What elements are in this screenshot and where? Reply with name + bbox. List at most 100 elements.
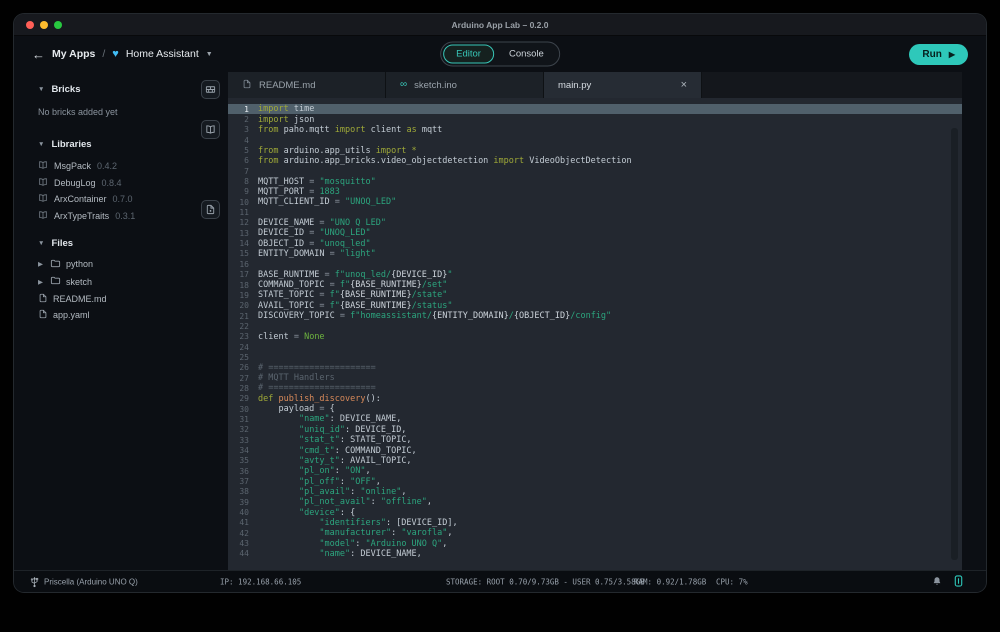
markdown-file-icon: [242, 79, 252, 92]
code-line[interactable]: 40 "device": {: [228, 507, 962, 517]
tab-editor[interactable]: Editor: [443, 45, 494, 64]
board-status-button[interactable]: [953, 575, 964, 589]
code-line[interactable]: 12DEVICE_NAME = "UNO Q LED": [228, 218, 962, 228]
code-line[interactable]: 25: [228, 352, 962, 362]
code-text: BASE_RUNTIME = f"unoq_led/{DEVICE_ID}": [258, 270, 453, 280]
code-line[interactable]: 6from arduino.app_bricks.video_objectdet…: [228, 156, 962, 166]
code-line[interactable]: 11: [228, 207, 962, 217]
code-line[interactable]: 35 "avty_t": AVAIL_TOPIC,: [228, 456, 962, 466]
library-item[interactable]: MsgPack0.4.2: [38, 160, 228, 172]
code-line[interactable]: 19STATE_TOPIC = f"{BASE_RUNTIME}/state": [228, 290, 962, 300]
folder-item[interactable]: ▶python: [38, 258, 228, 271]
code-line[interactable]: 7: [228, 166, 962, 176]
code-line[interactable]: 17BASE_RUNTIME = f"unoq_led/{DEVICE_ID}": [228, 270, 962, 280]
code-line[interactable]: 31 "name": DEVICE_NAME,: [228, 414, 962, 424]
code-line[interactable]: 28# =====================: [228, 383, 962, 393]
code-editor[interactable]: 1import time2import json3from paho.mqtt …: [228, 98, 962, 570]
chevron-down-icon[interactable]: ▼: [38, 240, 44, 247]
editor-tab-main-py[interactable]: main.py×: [544, 72, 702, 98]
device-name: Priscella (Arduino UNO Q): [44, 577, 138, 586]
code-line[interactable]: 22: [228, 321, 962, 331]
chevron-right-icon[interactable]: ▶: [38, 260, 45, 268]
code-line[interactable]: 9MQTT_PORT = 1883: [228, 187, 962, 197]
code-line[interactable]: 44 "name": DEVICE_NAME,: [228, 549, 962, 559]
libraries-button[interactable]: [201, 120, 220, 139]
zoom-window-icon[interactable]: [54, 21, 62, 29]
code-line[interactable]: 42 "manufacturer": "varofla",: [228, 528, 962, 538]
code-line[interactable]: 38 "pl_avail": "online",: [228, 487, 962, 497]
code-line[interactable]: 21DISCOVERY_TOPIC = f"homeassistant/{ENT…: [228, 311, 962, 321]
code-line[interactable]: 15ENTITY_DOMAIN = "light": [228, 249, 962, 259]
code-text: DEVICE_NAME = "UNO Q LED": [258, 218, 386, 228]
section-bricks[interactable]: ▼ Bricks: [38, 84, 228, 95]
library-icon: [38, 160, 48, 172]
minimize-window-icon[interactable]: [40, 21, 48, 29]
bell-icon: [932, 576, 942, 586]
code-line[interactable]: 18COMMAND_TOPIC = f"{BASE_RUNTIME}/set": [228, 280, 962, 290]
editor-tab-readme-md[interactable]: README.md: [228, 72, 386, 98]
code-line[interactable]: 34 "cmd_t": COMMAND_TOPIC,: [228, 445, 962, 455]
library-item[interactable]: DebugLog0.8.4: [38, 177, 228, 189]
section-libraries[interactable]: ▼ Libraries: [38, 139, 228, 150]
library-item[interactable]: ArxTypeTraits0.3.1: [38, 210, 228, 222]
code-line[interactable]: 14OBJECT_ID = "unoq_led": [228, 238, 962, 248]
code-text: # =====================: [258, 363, 376, 373]
tab-console[interactable]: Console: [496, 45, 557, 64]
code-line[interactable]: 1import time: [228, 104, 962, 114]
code-line[interactable]: 8MQTT_HOST = "mosquitto": [228, 176, 962, 186]
code-line[interactable]: 36 "pl_on": "ON",: [228, 466, 962, 476]
file-item[interactable]: app.yaml: [38, 309, 228, 321]
app-name[interactable]: Home Assistant: [126, 48, 199, 60]
device-status[interactable]: Priscella (Arduino UNO Q): [30, 576, 138, 587]
section-files[interactable]: ▼ Files: [38, 238, 228, 249]
code-line[interactable]: 33 "stat_t": STATE_TOPIC,: [228, 435, 962, 445]
code-text: MQTT_HOST = "mosquitto": [258, 177, 376, 187]
code-line[interactable]: 3from paho.mqtt import client as mqtt: [228, 125, 962, 135]
library-item[interactable]: ArxContainer0.7.0: [38, 193, 228, 205]
code-line[interactable]: 20AVAIL_TOPIC = f"{BASE_RUNTIME}/status": [228, 301, 962, 311]
code-text: "model": "Arduino UNO Q",: [258, 539, 447, 549]
add-file-button[interactable]: [201, 200, 220, 219]
chevron-down-icon[interactable]: ▼: [38, 141, 44, 148]
back-arrow-icon[interactable]: ←: [32, 48, 45, 61]
folder-icon: [50, 258, 61, 271]
code-line[interactable]: 32 "uniq_id": DEVICE_ID,: [228, 425, 962, 435]
code-line[interactable]: 10MQTT_CLIENT_ID = "UNOQ_LED": [228, 197, 962, 207]
line-number: 2: [228, 115, 258, 124]
chevron-down-icon[interactable]: ▼: [38, 86, 44, 93]
code-text: def publish_discovery():: [258, 394, 381, 404]
code-line[interactable]: 43 "model": "Arduino UNO Q",: [228, 538, 962, 548]
code-line[interactable]: 5from arduino.app_utils import *: [228, 145, 962, 155]
brick-icon: [205, 84, 216, 95]
tab-label: README.md: [259, 80, 315, 91]
code-line[interactable]: 4: [228, 135, 962, 145]
chevron-down-icon[interactable]: ▼: [206, 51, 213, 58]
run-button[interactable]: Run ▶: [909, 44, 968, 65]
add-brick-button[interactable]: [201, 80, 220, 99]
code-line[interactable]: 37 "pl_off": "OFF",: [228, 476, 962, 486]
code-line[interactable]: 29def publish_discovery():: [228, 394, 962, 404]
editor-scrollbar[interactable]: [951, 128, 958, 560]
close-tab-icon[interactable]: ×: [681, 80, 687, 91]
folder-item[interactable]: ▶sketch: [38, 275, 228, 288]
code-line[interactable]: 13DEVICE_ID = "UNOQ_LED": [228, 228, 962, 238]
file-item[interactable]: README.md: [38, 293, 228, 305]
code-line[interactable]: 26# =====================: [228, 363, 962, 373]
chevron-right-icon[interactable]: ▶: [38, 278, 45, 286]
code-line[interactable]: 39 "pl_not_avail": "offline",: [228, 497, 962, 507]
editor-tab-sketch-ino[interactable]: ∞sketch.ino: [386, 72, 544, 98]
code-line[interactable]: 24: [228, 342, 962, 352]
code-line[interactable]: 41 "identifiers": [DEVICE_ID],: [228, 518, 962, 528]
line-number: 17: [228, 270, 258, 279]
code-line[interactable]: 16: [228, 259, 962, 269]
breadcrumb-my-apps[interactable]: My Apps: [52, 48, 95, 60]
code-line[interactable]: 23client = None: [228, 332, 962, 342]
code-line[interactable]: 27# MQTT Handlers: [228, 373, 962, 383]
header: ← My Apps / ♥ Home Assistant ▼ Editor Co…: [14, 36, 986, 72]
code-line[interactable]: 30 payload = {: [228, 404, 962, 414]
close-window-icon[interactable]: [26, 21, 34, 29]
code-line[interactable]: 2import json: [228, 114, 962, 124]
notifications-button[interactable]: [932, 576, 942, 588]
code-text: AVAIL_TOPIC = f"{BASE_RUNTIME}/status": [258, 301, 453, 311]
line-number: 15: [228, 249, 258, 258]
